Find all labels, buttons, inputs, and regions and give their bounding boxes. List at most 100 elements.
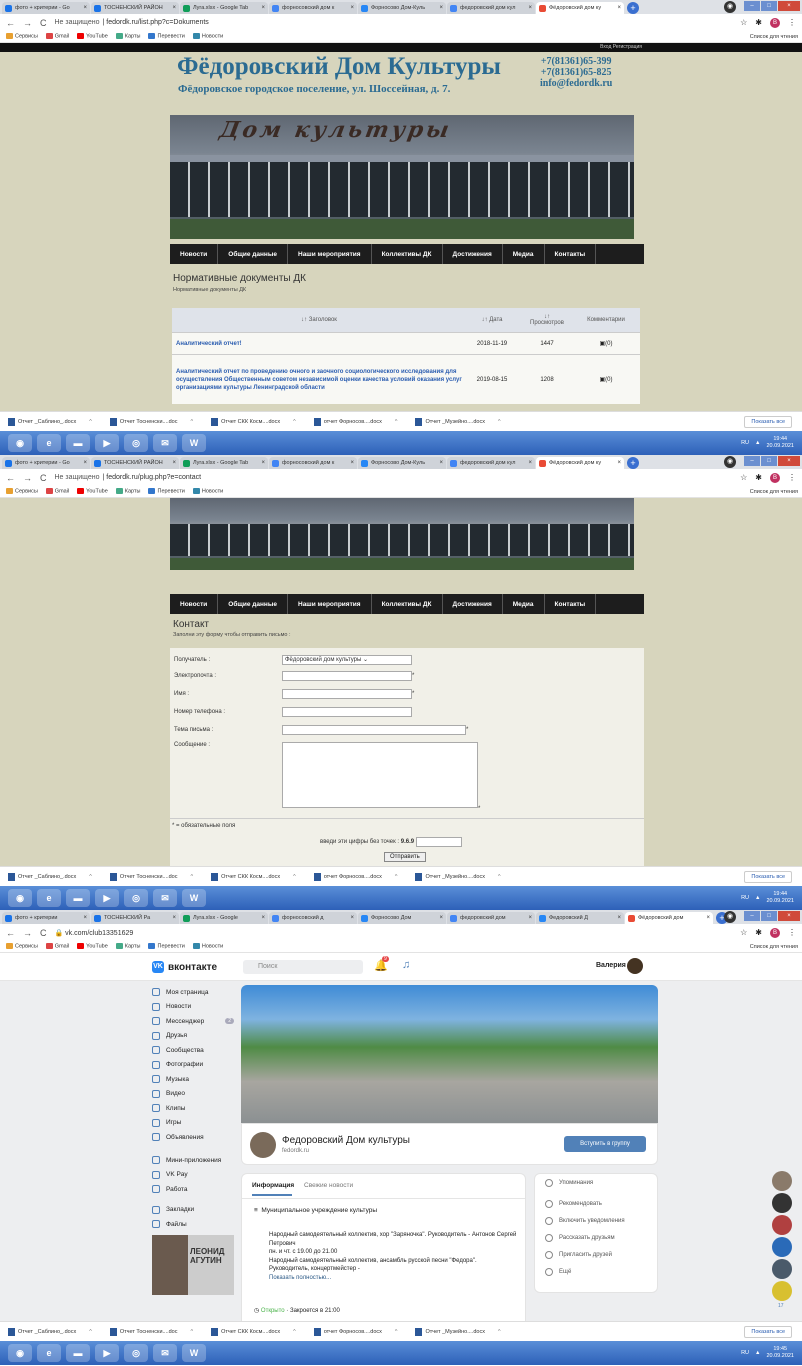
chevron-up-icon[interactable]: ^ bbox=[293, 874, 296, 880]
doc-comments[interactable]: ▣(0) bbox=[572, 376, 640, 383]
bookmark-item[interactable]: YouTube bbox=[77, 33, 108, 40]
doc-link[interactable]: Аналитический отчет по проведению очного… bbox=[172, 368, 462, 392]
browser-tab[interactable]: ТОСНЕНСКИЙ РАЙОН × bbox=[91, 2, 179, 14]
close-icon[interactable]: × bbox=[348, 915, 354, 921]
vk-action[interactable]: Упоминания bbox=[535, 1174, 657, 1191]
side-avatar[interactable] bbox=[772, 1259, 792, 1279]
vk-menu-item[interactable]: Видео bbox=[152, 1087, 234, 1102]
download-item[interactable]: отчет Форносов....docx ^ bbox=[313, 417, 397, 426]
close-icon[interactable]: × bbox=[170, 460, 176, 466]
reading-list-button[interactable]: Список для чтения bbox=[750, 944, 802, 950]
menu-item[interactable]: Новости bbox=[170, 594, 219, 614]
download-item[interactable]: Отчет _Саблино_.docx ^ bbox=[8, 872, 92, 881]
close-icon[interactable]: × bbox=[615, 915, 621, 921]
login-links[interactable]: Вход Регистрация bbox=[600, 44, 642, 50]
url-field[interactable]: Не защищено | fedordk.ru/list.php?c=Dokum… bbox=[55, 19, 209, 26]
vk-action[interactable]: Пригласить друзей bbox=[535, 1246, 657, 1263]
close-icon[interactable]: × bbox=[437, 460, 443, 466]
download-item[interactable]: Отчет СКК Косм....docx ^ bbox=[211, 1327, 296, 1336]
download-item[interactable]: отчет Форносов....docx ^ bbox=[313, 1327, 397, 1336]
bookmark-item[interactable]: Сервисы bbox=[6, 488, 38, 495]
vk-menu-item[interactable]: Объявления bbox=[152, 1130, 234, 1145]
close-icon[interactable]: × bbox=[259, 5, 265, 11]
submit-button[interactable]: Отправить bbox=[384, 852, 426, 862]
forward-icon[interactable]: → bbox=[23, 18, 32, 28]
ad-banner[interactable]: ЛЕОНИД АГУТИН bbox=[152, 1235, 234, 1295]
close-icon[interactable]: × bbox=[778, 1, 800, 11]
new-tab-icon[interactable]: + bbox=[627, 457, 639, 469]
browser-tab[interactable]: Фёдоровский дом ку × bbox=[536, 457, 624, 469]
doc-comments[interactable]: ▣(0) bbox=[572, 340, 640, 347]
vk-action[interactable]: Включить уведомления bbox=[535, 1212, 657, 1229]
menu-item[interactable]: Достижения bbox=[443, 594, 503, 614]
vk-action[interactable]: Рассказать друзьям bbox=[535, 1229, 657, 1246]
folder-icon[interactable]: ▬ bbox=[66, 434, 90, 452]
vk-logo[interactable]: VK вконтакте bbox=[152, 961, 217, 973]
bookmark-item[interactable]: Сервисы bbox=[6, 943, 38, 950]
forward-icon[interactable]: → bbox=[23, 473, 32, 483]
vk-menu-item[interactable]: Мессенджер 2 bbox=[152, 1014, 234, 1029]
chevron-up-icon[interactable]: ^ bbox=[498, 874, 501, 880]
menu-icon[interactable]: ⋮ bbox=[788, 928, 796, 937]
bookmark-item[interactable]: Сервисы bbox=[6, 33, 38, 40]
download-item[interactable]: Отчет Тосненски....doc ^ bbox=[109, 417, 193, 426]
maximize-icon[interactable]: □ bbox=[761, 1, 777, 11]
forward-icon[interactable]: → bbox=[23, 928, 32, 938]
url-field[interactable]: Не защищено | fedordk.ru/plug.php?e=conta… bbox=[55, 474, 202, 481]
mail-icon[interactable]: ✉ bbox=[153, 889, 177, 907]
vk-menu-item[interactable]: VK Pay bbox=[152, 1168, 234, 1183]
download-item[interactable]: Отчет _Музейно....docx ^ bbox=[415, 1327, 501, 1336]
browser-tab[interactable]: Федоровский Д × bbox=[536, 912, 624, 924]
menu-item[interactable]: Общие данные bbox=[218, 594, 288, 614]
browser-tab[interactable]: Лyra.xlsx - Google Tab × bbox=[180, 457, 268, 469]
chevron-up-icon[interactable]: ^ bbox=[89, 1329, 92, 1335]
back-icon[interactable]: ← bbox=[6, 928, 15, 938]
vk-menu-item[interactable]: Файлы bbox=[152, 1217, 234, 1232]
recipient-select[interactable]: Фёдоровский дом культуры ⌄ bbox=[282, 655, 412, 665]
start-icon[interactable]: ◉ bbox=[8, 889, 32, 907]
extensions-icon[interactable]: ✱ bbox=[755, 928, 762, 937]
chevron-up-icon[interactable]: ^ bbox=[498, 419, 501, 425]
ie-icon[interactable]: e bbox=[37, 1344, 61, 1362]
mail-icon[interactable]: ✉ bbox=[153, 434, 177, 452]
close-icon[interactable]: × bbox=[526, 460, 532, 466]
chevron-up-icon[interactable]: ^ bbox=[191, 874, 194, 880]
minimize-icon[interactable]: – bbox=[744, 911, 760, 921]
show-all-button[interactable]: Показать все bbox=[744, 870, 792, 883]
start-icon[interactable]: ◉ bbox=[8, 1344, 32, 1362]
profile-icon[interactable]: ◉ bbox=[724, 1, 736, 13]
browser-tab[interactable]: ТОСНЕНСКИЙ РАЙОН × bbox=[91, 457, 179, 469]
side-avatar[interactable] bbox=[772, 1193, 792, 1213]
word-icon[interactable]: W bbox=[182, 889, 206, 907]
captcha-field[interactable] bbox=[415, 837, 462, 847]
menu-item[interactable]: Общие данные bbox=[218, 244, 288, 264]
download-item[interactable]: Отчет _Музейно....docx ^ bbox=[415, 872, 501, 881]
close-icon[interactable]: × bbox=[348, 5, 354, 11]
bookmark-item[interactable]: Карты bbox=[115, 33, 140, 40]
new-tab-icon[interactable]: + bbox=[627, 2, 639, 14]
browser-tab[interactable]: Форносово Дом-Куль × bbox=[358, 457, 446, 469]
reload-icon[interactable]: C bbox=[40, 928, 47, 938]
close-icon[interactable]: × bbox=[259, 915, 265, 921]
browser-tab[interactable]: федоровский дом кул × bbox=[447, 2, 535, 14]
chevron-up-icon[interactable]: ^ bbox=[191, 1329, 194, 1335]
chevron-up-icon[interactable]: ^ bbox=[293, 1329, 296, 1335]
close-icon[interactable]: × bbox=[615, 460, 621, 466]
close-icon[interactable]: × bbox=[170, 5, 176, 11]
side-avatar[interactable] bbox=[772, 1281, 792, 1301]
close-icon[interactable]: × bbox=[437, 5, 443, 11]
menu-icon[interactable]: ⋮ bbox=[788, 473, 796, 482]
download-item[interactable]: Отчет _Саблино_.docx ^ bbox=[8, 417, 92, 426]
side-avatar[interactable] bbox=[772, 1237, 792, 1257]
search-input[interactable]: Поиск bbox=[243, 960, 363, 974]
user-name[interactable]: Валерия bbox=[596, 962, 626, 969]
bookmark-item[interactable]: Перевести bbox=[148, 488, 185, 495]
bookmark-item[interactable]: YouTube bbox=[77, 943, 108, 950]
browser-tab[interactable]: Фёдоровский дом ку × bbox=[536, 2, 624, 14]
reload-icon[interactable]: C bbox=[40, 473, 47, 483]
browser-tab[interactable]: Лyra.xlsx - Google Tab × bbox=[180, 2, 268, 14]
vk-menu-item[interactable]: Музыка bbox=[152, 1072, 234, 1087]
col-date[interactable]: ↓↑ Дата bbox=[462, 317, 522, 323]
browser-tab[interactable]: фото + критерии - Go × bbox=[2, 2, 90, 14]
maximize-icon[interactable]: □ bbox=[761, 456, 777, 466]
